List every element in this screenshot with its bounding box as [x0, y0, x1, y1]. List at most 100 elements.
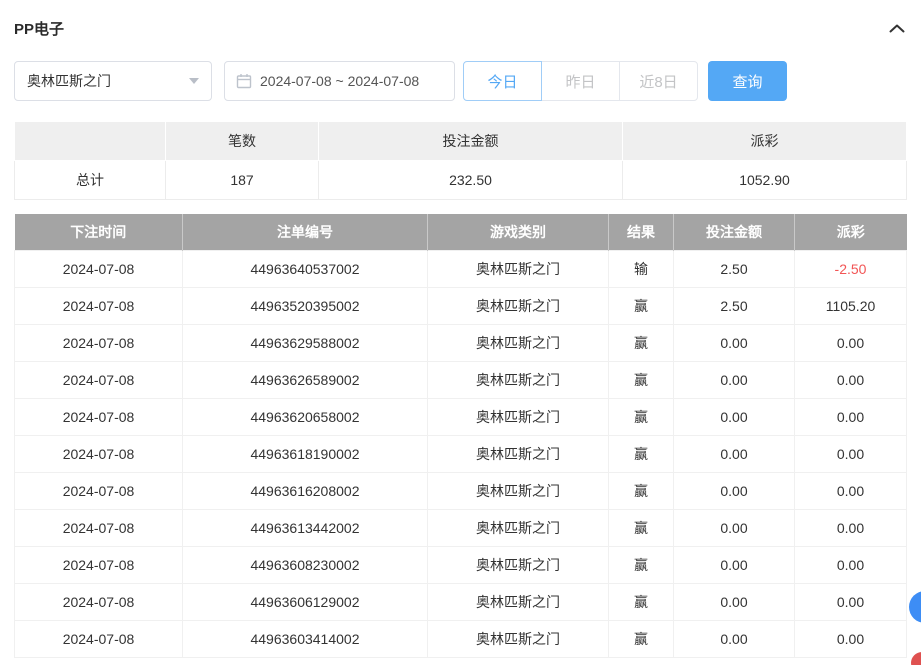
date-range-value: 2024-07-08 ~ 2024-07-08 — [260, 73, 419, 89]
quick-button-today[interactable]: 今日 — [463, 61, 542, 101]
cell-order-id: 44963620658002 — [183, 398, 428, 435]
cell-bet-time: 2024-07-08 — [15, 583, 183, 620]
summary-header-bet-amount: 投注金额 — [319, 122, 623, 161]
cell-payout: 0.00 — [795, 546, 907, 583]
cell-payout: 0.00 — [795, 324, 907, 361]
panel-header: PP电子 — [14, 0, 907, 61]
cell-order-id: 44963613442002 — [183, 509, 428, 546]
cell-payout: -2.50 — [795, 250, 907, 287]
quick-button-last8days[interactable]: 近8日 — [619, 61, 698, 101]
summary-header-row: 笔数 投注金额 派彩 — [15, 122, 907, 161]
cell-game-type: 奥林匹斯之门 — [428, 509, 609, 546]
cell-bet-amount: 0.00 — [674, 324, 795, 361]
cell-order-id: 44963520395002 — [183, 287, 428, 324]
game-select[interactable]: 奥林匹斯之门 — [14, 61, 212, 101]
cell-bet-amount: 0.00 — [674, 546, 795, 583]
cell-game-type: 奥林匹斯之门 — [428, 361, 609, 398]
cell-bet-time: 2024-07-08 — [15, 620, 183, 657]
search-button[interactable]: 查询 — [708, 61, 787, 101]
cell-game-type: 奥林匹斯之门 — [428, 398, 609, 435]
game-select-value: 奥林匹斯之门 — [27, 71, 111, 91]
cell-payout: 1105.20 — [795, 287, 907, 324]
header-order-id: 注单编号 — [183, 214, 428, 250]
cell-result: 赢 — [609, 583, 674, 620]
cell-order-id: 44963640537002 — [183, 250, 428, 287]
cell-bet-time: 2024-07-08 — [15, 250, 183, 287]
table-row: 2024-07-0844963603414002奥林匹斯之门赢0.000.00 — [15, 620, 907, 657]
table-row: 2024-07-0844963520395002奥林匹斯之门赢2.501105.… — [15, 287, 907, 324]
header-payout: 派彩 — [795, 214, 907, 250]
table-row: 2024-07-0844963629588002奥林匹斯之门赢0.000.00 — [15, 324, 907, 361]
cell-bet-time: 2024-07-08 — [15, 324, 183, 361]
calendar-icon — [236, 73, 252, 89]
cell-order-id: 44963616208002 — [183, 472, 428, 509]
header-game-type: 游戏类别 — [428, 214, 609, 250]
cell-result: 赢 — [609, 324, 674, 361]
summary-total-row: 总计 187 232.50 1052.90 — [15, 161, 907, 200]
cell-payout: 0.00 — [795, 509, 907, 546]
summary-header-count: 笔数 — [166, 122, 319, 161]
table-row: 2024-07-0844963620658002奥林匹斯之门赢0.000.00 — [15, 398, 907, 435]
cell-bet-time: 2024-07-08 — [15, 546, 183, 583]
bet-records-table: 下注时间 注单编号 游戏类别 结果 投注金额 派彩 2024-07-084496… — [14, 214, 907, 658]
cell-bet-time: 2024-07-08 — [15, 398, 183, 435]
cell-game-type: 奥林匹斯之门 — [428, 250, 609, 287]
cell-bet-amount: 0.00 — [674, 472, 795, 509]
cell-game-type: 奥林匹斯之门 — [428, 435, 609, 472]
cell-result: 赢 — [609, 398, 674, 435]
cell-order-id: 44963608230002 — [183, 546, 428, 583]
cell-result: 赢 — [609, 287, 674, 324]
cell-result: 赢 — [609, 509, 674, 546]
bet-table-body: 2024-07-0844963640537002奥林匹斯之门输2.50-2.50… — [15, 250, 907, 657]
cell-game-type: 奥林匹斯之门 — [428, 546, 609, 583]
cell-payout: 0.00 — [795, 583, 907, 620]
filter-row: 奥林匹斯之门 2024-07-08 ~ 2024-07-08 今日 昨日 近8日… — [14, 61, 907, 101]
cell-bet-amount: 0.00 — [674, 435, 795, 472]
cell-game-type: 奥林匹斯之门 — [428, 287, 609, 324]
cell-payout: 0.00 — [795, 620, 907, 657]
cell-bet-time: 2024-07-08 — [15, 509, 183, 546]
cell-bet-time: 2024-07-08 — [15, 287, 183, 324]
summary-total-label: 总计 — [15, 161, 166, 200]
date-range-input[interactable]: 2024-07-08 ~ 2024-07-08 — [224, 61, 455, 101]
cell-result: 赢 — [609, 546, 674, 583]
cell-result: 赢 — [609, 361, 674, 398]
cell-game-type: 奥林匹斯之门 — [428, 324, 609, 361]
cell-order-id: 44963618190002 — [183, 435, 428, 472]
table-row: 2024-07-0844963618190002奥林匹斯之门赢0.000.00 — [15, 435, 907, 472]
cell-bet-amount: 0.00 — [674, 583, 795, 620]
cell-result: 赢 — [609, 620, 674, 657]
cell-bet-amount: 0.00 — [674, 509, 795, 546]
cell-bet-amount: 0.00 — [674, 361, 795, 398]
collapse-chevron-up-icon[interactable] — [889, 24, 905, 33]
bet-table-header-row: 下注时间 注单编号 游戏类别 结果 投注金额 派彩 — [15, 214, 907, 250]
cell-bet-amount: 0.00 — [674, 620, 795, 657]
quick-range-group: 今日 昨日 近8日 — [463, 61, 698, 101]
summary-header-payout: 派彩 — [623, 122, 907, 161]
cell-bet-amount: 0.00 — [674, 398, 795, 435]
table-row: 2024-07-0844963616208002奥林匹斯之门赢0.000.00 — [15, 472, 907, 509]
cell-payout: 0.00 — [795, 361, 907, 398]
summary-total-payout: 1052.90 — [623, 161, 907, 200]
chevron-down-icon — [189, 78, 199, 84]
cell-order-id: 44963629588002 — [183, 324, 428, 361]
header-result: 结果 — [609, 214, 674, 250]
cell-game-type: 奥林匹斯之门 — [428, 472, 609, 509]
pp-games-panel: PP电子 奥林匹斯之门 2024-07-08 ~ 2024-07-08 今日 昨… — [0, 0, 921, 658]
header-bet-time: 下注时间 — [15, 214, 183, 250]
cell-game-type: 奥林匹斯之门 — [428, 620, 609, 657]
table-row: 2024-07-0844963640537002奥林匹斯之门输2.50-2.50 — [15, 250, 907, 287]
quick-button-yesterday[interactable]: 昨日 — [541, 61, 620, 101]
table-row: 2024-07-0844963606129002奥林匹斯之门赢0.000.00 — [15, 583, 907, 620]
header-bet-amount: 投注金额 — [674, 214, 795, 250]
table-row: 2024-07-0844963608230002奥林匹斯之门赢0.000.00 — [15, 546, 907, 583]
cell-payout: 0.00 — [795, 398, 907, 435]
cell-order-id: 44963626589002 — [183, 361, 428, 398]
cell-result: 赢 — [609, 435, 674, 472]
cell-bet-time: 2024-07-08 — [15, 472, 183, 509]
cell-bet-amount: 2.50 — [674, 250, 795, 287]
cell-bet-time: 2024-07-08 — [15, 361, 183, 398]
cell-order-id: 44963606129002 — [183, 583, 428, 620]
cell-result: 输 — [609, 250, 674, 287]
cell-game-type: 奥林匹斯之门 — [428, 583, 609, 620]
